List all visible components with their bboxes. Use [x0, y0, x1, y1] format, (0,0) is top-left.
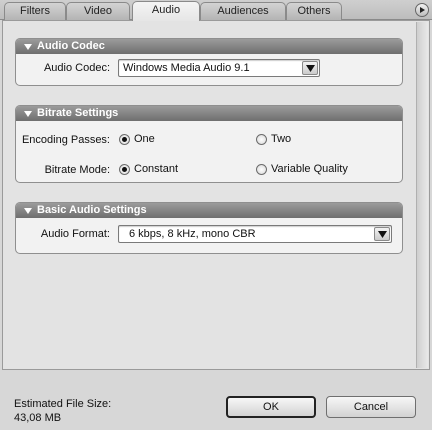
audio-format-value: 6 kbps, 8 kHz, mono CBR	[129, 228, 256, 240]
tab-scroll-right-button[interactable]	[415, 3, 429, 17]
triangle-down-icon	[377, 230, 387, 238]
vertical-scrollbar[interactable]	[416, 22, 428, 368]
mode-constant-radio[interactable]: Constant	[119, 163, 178, 175]
radio-selected-indicator	[119, 163, 130, 175]
dropdown-arrow-button[interactable]	[302, 61, 318, 75]
audio-format-select[interactable]: 6 kbps, 8 kHz, mono CBR	[118, 225, 392, 243]
encoding-passes-label: Encoding Passes:	[21, 134, 110, 146]
radio-unselected-indicator	[256, 163, 267, 175]
collapse-triangle-icon	[24, 43, 32, 50]
bitrate-mode-label: Bitrate Mode:	[44, 164, 110, 176]
estimated-file-size-label: Estimated File Size:	[14, 398, 112, 410]
basic-audio-settings-group: Basic Audio Settings Audio Format: 6 kbp…	[15, 202, 403, 254]
collapse-triangle-icon	[24, 207, 32, 214]
mode-constant-label: Constant	[134, 163, 179, 175]
cancel-button[interactable]: Cancel	[326, 396, 416, 418]
tab-audiences[interactable]: Audiences	[200, 2, 286, 20]
audio-codec-select[interactable]: Windows Media Audio 9.1	[118, 59, 320, 77]
passes-two-label: Two	[271, 133, 292, 145]
triangle-down-icon	[305, 64, 315, 72]
audio-codec-label: Audio Codec:	[43, 62, 110, 74]
estimated-file-size-value: 43,08 MB	[14, 412, 62, 424]
passes-one-label: One	[134, 133, 155, 145]
audio-codec-header[interactable]: Audio Codec	[16, 39, 402, 54]
tab-strip: Filters Video Audio Audiences Others	[0, 0, 432, 21]
bitrate-settings-header[interactable]: Bitrate Settings	[16, 106, 402, 121]
audio-codec-title: Audio Codec	[37, 40, 105, 52]
play-right-icon	[420, 7, 425, 13]
radio-selected-indicator	[119, 133, 130, 145]
audio-settings-window: Filters Video Audio Audiences Others Aud…	[0, 0, 432, 430]
passes-one-radio[interactable]: One	[119, 133, 155, 145]
basic-audio-settings-title: Basic Audio Settings	[37, 204, 147, 216]
bitrate-settings-title: Bitrate Settings	[37, 107, 119, 119]
radio-unselected-indicator	[256, 133, 267, 145]
mode-variable-quality-radio[interactable]: Variable Quality	[256, 163, 348, 175]
bitrate-settings-group: Bitrate Settings Encoding Passes: One Tw…	[15, 105, 403, 183]
passes-two-radio[interactable]: Two	[256, 133, 291, 145]
settings-panel: Audio Codec Audio Codec: Windows Media A…	[2, 20, 430, 370]
collapse-triangle-icon	[24, 110, 32, 117]
dropdown-arrow-button[interactable]	[374, 227, 390, 241]
tab-others[interactable]: Others	[286, 2, 342, 20]
audio-codec-value: Windows Media Audio 9.1	[123, 62, 250, 74]
basic-audio-settings-header[interactable]: Basic Audio Settings	[16, 203, 402, 218]
mode-variable-quality-label: Variable Quality	[271, 163, 348, 175]
tab-video[interactable]: Video	[66, 2, 130, 20]
audio-codec-group: Audio Codec Audio Codec: Windows Media A…	[15, 38, 403, 86]
audio-format-label: Audio Format:	[40, 228, 110, 240]
ok-button[interactable]: OK	[226, 396, 316, 418]
tab-audio[interactable]: Audio	[132, 1, 200, 21]
tab-filters[interactable]: Filters	[4, 2, 66, 20]
